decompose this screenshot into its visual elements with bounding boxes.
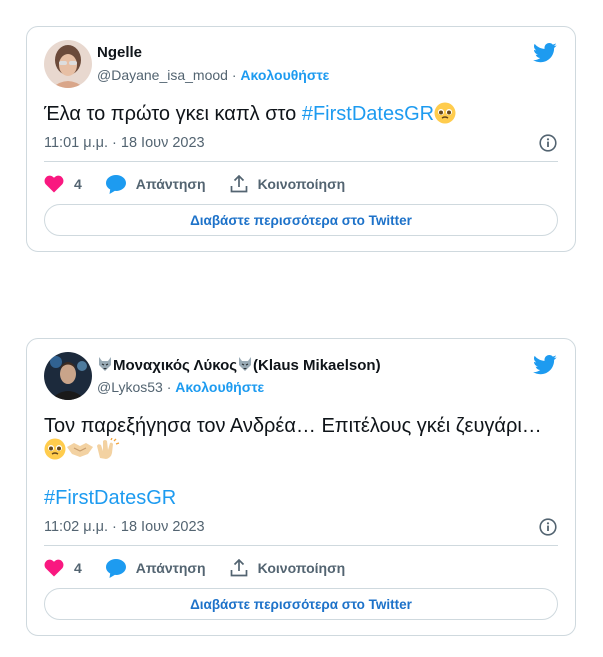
tweet-card: Ngelle @Dayane_isa_mood · Ακολουθήστε Έλ… bbox=[26, 26, 576, 252]
timestamp[interactable]: 11:01 μ.μ. · 18 Ιουν 2023 bbox=[44, 135, 205, 151]
info-icon[interactable] bbox=[539, 134, 557, 152]
handshake-emoji-icon bbox=[66, 438, 94, 467]
tweet-emojis bbox=[44, 437, 120, 467]
pleading-face-emoji-icon bbox=[434, 102, 456, 131]
avatar[interactable] bbox=[44, 40, 92, 88]
twitter-bird-icon[interactable] bbox=[533, 43, 557, 63]
share-label: Κοινοποίηση bbox=[257, 176, 346, 192]
wolf-emoji-icon bbox=[237, 356, 253, 376]
tweet-text: Έλα το πρώτο γκει καπλ στο #FirstDatesGR bbox=[44, 101, 456, 131]
heart-icon bbox=[44, 559, 64, 577]
share-label: Κοινοποίηση bbox=[257, 560, 346, 576]
tweet-card: Μοναχικός Λύκος (Klaus Mikaelson) @Lykos5… bbox=[26, 338, 576, 636]
separator: · bbox=[227, 67, 241, 83]
read-more-button[interactable]: Διαβάστε περισσότερα στο Twitter bbox=[44, 588, 558, 620]
avatar[interactable] bbox=[44, 352, 92, 400]
display-name-row[interactable]: Μοναχικός Λύκος (Klaus Mikaelson) bbox=[97, 356, 381, 376]
reply-bubble-icon bbox=[105, 558, 126, 578]
read-more-button[interactable]: Διαβάστε περισσότερα στο Twitter bbox=[44, 204, 558, 236]
share-icon bbox=[230, 559, 247, 577]
action-bar: 4 Απάντηση Κοινοποίηση bbox=[44, 556, 558, 580]
share-icon bbox=[230, 175, 247, 193]
twitter-bird-icon[interactable] bbox=[533, 355, 557, 375]
hashtag-link[interactable]: #FirstDatesGR bbox=[44, 487, 176, 509]
handle-row: @Dayane_isa_mood · Ακολουθήστε bbox=[97, 67, 329, 83]
divider bbox=[44, 161, 558, 162]
clapping-hands-emoji-icon bbox=[94, 437, 120, 467]
like-button[interactable]: 4 bbox=[44, 175, 82, 193]
like-count: 4 bbox=[74, 560, 82, 576]
handle[interactable]: @Dayane_isa_mood bbox=[97, 67, 228, 83]
hashtag-link[interactable]: #FirstDatesGR bbox=[302, 103, 434, 125]
reply-bubble-icon bbox=[105, 174, 126, 194]
like-count: 4 bbox=[74, 176, 82, 192]
handle[interactable]: @Lykos53 bbox=[97, 379, 163, 395]
display-name: Μοναχικός Λύκος bbox=[113, 357, 238, 374]
share-button[interactable]: Κοινοποίηση bbox=[230, 175, 346, 193]
follow-button[interactable]: Ακολουθήστε bbox=[240, 67, 329, 83]
reply-label: Απάντηση bbox=[135, 176, 206, 192]
handle-row: @Lykos53 · Ακολουθήστε bbox=[97, 379, 264, 395]
action-bar: 4 Απάντηση Κοινοποίηση bbox=[44, 172, 558, 196]
display-name-suffix: (Klaus Mikaelson) bbox=[253, 357, 381, 374]
tweet-text-body: Έλα το πρώτο γκει καπλ στο bbox=[44, 103, 302, 125]
divider bbox=[44, 545, 558, 546]
tweet-text: Τον παρεξήγησα τον Ανδρέα… Επιτέλους γκέ… bbox=[44, 415, 542, 437]
hashtag-line: #FirstDatesGR bbox=[44, 485, 176, 511]
timestamp[interactable]: 11:02 μ.μ. · 18 Ιουν 2023 bbox=[44, 519, 205, 535]
reply-label: Απάντηση bbox=[135, 560, 206, 576]
reply-button[interactable]: Απάντηση bbox=[105, 558, 206, 578]
heart-icon bbox=[44, 175, 64, 193]
separator: · bbox=[162, 379, 176, 395]
wolf-emoji-icon bbox=[97, 356, 113, 376]
follow-button[interactable]: Ακολουθήστε bbox=[175, 379, 264, 395]
like-button[interactable]: 4 bbox=[44, 559, 82, 577]
info-icon[interactable] bbox=[539, 518, 557, 536]
display-name[interactable]: Ngelle bbox=[97, 44, 142, 61]
share-button[interactable]: Κοινοποίηση bbox=[230, 559, 346, 577]
pleading-face-emoji-icon bbox=[44, 438, 66, 467]
reply-button[interactable]: Απάντηση bbox=[105, 174, 206, 194]
